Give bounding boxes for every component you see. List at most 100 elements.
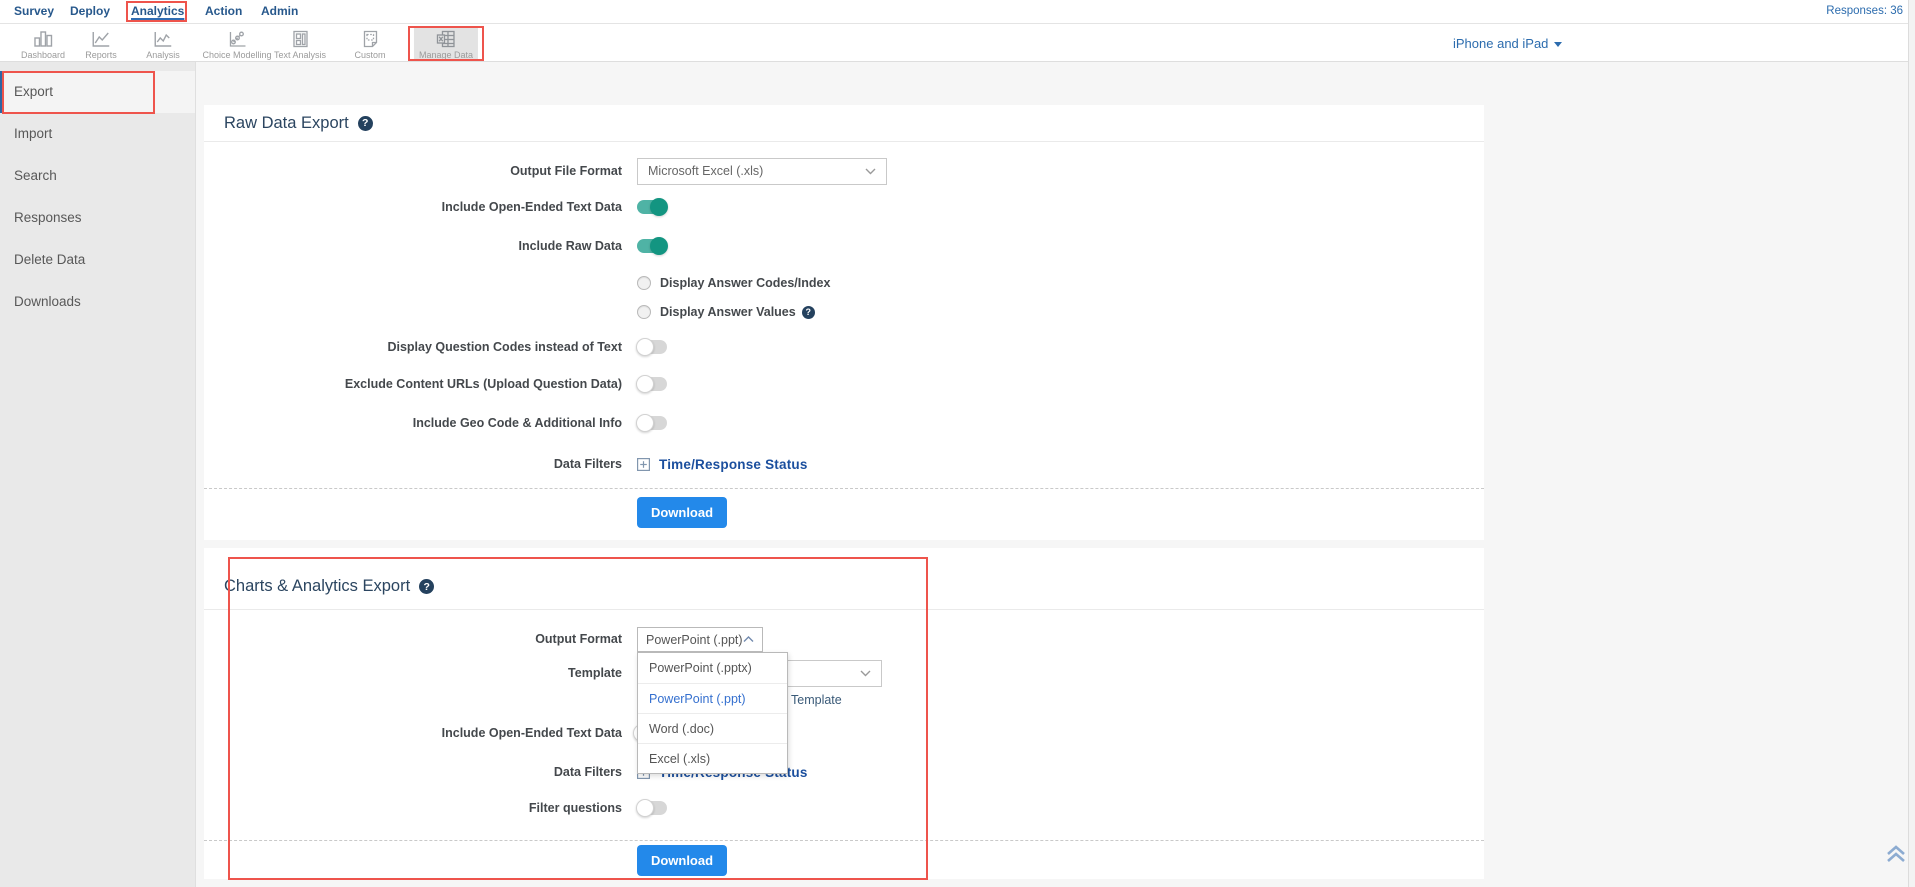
- nav-item-analytics[interactable]: Analytics: [131, 0, 184, 24]
- include-open-ended-label: Include Open-Ended Text Data: [204, 200, 622, 214]
- output-format-dropdown: PowerPoint (.pptx) PowerPoint (.ppt) Wor…: [637, 652, 788, 774]
- top-nav: Survey Deploy Analytics Action Admin Res…: [0, 0, 1915, 24]
- analytics-toolbar: Dashboard Reports Analysis Choice Modell…: [0, 24, 1915, 62]
- caret-down-icon: [1554, 42, 1562, 47]
- dropdown-option-pptx[interactable]: PowerPoint (.pptx): [638, 653, 787, 683]
- chevron-down-icon: [865, 168, 876, 175]
- exclude-content-urls-toggle[interactable]: [637, 377, 667, 391]
- output-format-label: Output Format: [204, 632, 622, 646]
- output-format-row: Output Format: [204, 625, 1484, 653]
- plus-square-icon: [637, 458, 650, 471]
- nav-item-action[interactable]: Action: [205, 0, 242, 24]
- page-icon: [359, 29, 381, 49]
- dropdown-option-doc[interactable]: Word (.doc): [638, 713, 787, 743]
- toggle-knob: [650, 198, 668, 216]
- toolbar-item-choice-modelling[interactable]: Choice Modelling: [197, 26, 276, 60]
- double-chevron-up-icon: [1884, 843, 1908, 865]
- device-selector-label: iPhone and iPad: [1453, 36, 1548, 51]
- sidebar-item-delete-data[interactable]: Delete Data: [0, 239, 195, 281]
- question-codes-toggle[interactable]: [637, 340, 667, 354]
- raw-data-export-card: Raw Data Export Output File Format Micro…: [204, 105, 1484, 540]
- scroll-to-top-button[interactable]: [1884, 843, 1908, 870]
- section-title: Charts & Analytics Export: [224, 577, 410, 596]
- charts-analytics-export-header: Charts & Analytics Export: [204, 548, 1484, 610]
- geo-code-toggle[interactable]: [637, 416, 667, 430]
- download-button[interactable]: Download: [637, 497, 727, 528]
- app-window: Survey Deploy Analytics Action Admin Res…: [0, 0, 1915, 887]
- answer-codes-radio[interactable]: [637, 276, 651, 290]
- answer-values-radio-row: Display Answer Values: [204, 298, 1484, 326]
- question-codes-label: Display Question Codes instead of Text: [204, 340, 622, 354]
- include-raw-data-label: Include Raw Data: [204, 239, 622, 253]
- filter-questions-row: Filter questions: [204, 794, 1484, 822]
- include-open-ended-toggle[interactable]: [637, 200, 667, 214]
- chevron-up-icon: [743, 636, 754, 643]
- output-file-format-value: Microsoft Excel (.xls): [648, 164, 763, 178]
- help-icon[interactable]: [419, 579, 434, 594]
- section-divider: [204, 488, 1484, 489]
- answer-codes-radio-row: Display Answer Codes/Index: [204, 269, 1484, 297]
- template-label: Template: [204, 666, 622, 680]
- exclude-content-urls-row: Exclude Content URLs (Upload Question Da…: [204, 370, 1484, 398]
- toolbar-item-label: Custom: [354, 50, 385, 60]
- dropdown-option-ppt[interactable]: PowerPoint (.ppt): [638, 683, 787, 713]
- toolbar-item-label: Reports: [85, 50, 117, 60]
- exclude-content-urls-label: Exclude Content URLs (Upload Question Da…: [204, 377, 622, 391]
- charts-analytics-export-card: Charts & Analytics Export Output Format …: [204, 548, 1484, 879]
- raw-data-export-header: Raw Data Export: [204, 105, 1484, 142]
- sidebar-item-responses[interactable]: Responses: [0, 197, 195, 239]
- scrollbar[interactable]: [1908, 0, 1915, 887]
- filter-questions-toggle[interactable]: [637, 801, 667, 815]
- toggle-knob: [650, 237, 668, 255]
- toolbar-item-analysis[interactable]: Analysis: [141, 26, 185, 60]
- question-codes-row: Display Question Codes instead of Text: [204, 333, 1484, 361]
- sidebar: Export Import Search Responses Delete Da…: [0, 62, 196, 887]
- responses-count: Responses: 36: [1826, 0, 1903, 24]
- template-link[interactable]: Template: [791, 693, 842, 707]
- include-open-ended-row: Include Open-Ended Text Data: [204, 193, 1484, 221]
- include-open-ended-row: Include Open-Ended Text Data: [204, 719, 1484, 747]
- sidebar-item-export[interactable]: Export: [0, 71, 195, 113]
- help-icon[interactable]: [358, 116, 373, 131]
- toolbar-item-manage-data[interactable]: Manage Data: [414, 28, 478, 60]
- output-format-select[interactable]: PowerPoint (.ppt): [637, 627, 763, 652]
- line-chart-icon: [90, 29, 112, 49]
- toolbar-item-label: Dashboard: [21, 50, 65, 60]
- toolbar-item-text-analysis[interactable]: Text Analysis: [269, 26, 331, 60]
- data-filters-label: Data Filters: [204, 457, 622, 471]
- download-button[interactable]: Download: [637, 845, 727, 876]
- data-filters-row: Data Filters Time/Response Status: [204, 758, 1484, 786]
- data-filters-row: Data Filters Time/Response Status: [204, 450, 1484, 478]
- output-format-value: PowerPoint (.ppt): [646, 633, 743, 647]
- chevron-down-icon: [860, 670, 871, 677]
- nav-item-admin[interactable]: Admin: [261, 0, 298, 24]
- toolbar-item-label: Analysis: [146, 50, 180, 60]
- output-file-format-select[interactable]: Microsoft Excel (.xls): [637, 158, 887, 185]
- time-response-status-link[interactable]: Time/Response Status: [637, 457, 808, 472]
- nav-item-deploy[interactable]: Deploy: [70, 0, 110, 24]
- answer-codes-radio-label: Display Answer Codes/Index: [660, 276, 830, 290]
- toggle-knob: [636, 799, 654, 817]
- toolbar-item-custom[interactable]: Custom: [349, 26, 390, 60]
- toolbar-item-dashboard[interactable]: Dashboard: [16, 26, 70, 60]
- nav-item-survey[interactable]: Survey: [14, 0, 54, 24]
- toolbar-item-label: Manage Data: [419, 50, 473, 60]
- toolbar-item-reports[interactable]: Reports: [80, 26, 122, 60]
- toggle-knob: [636, 338, 654, 356]
- toolbar-item-label: Choice Modelling: [202, 50, 271, 60]
- include-raw-data-toggle[interactable]: [637, 239, 667, 253]
- main-content: Raw Data Export Output File Format Micro…: [196, 62, 1915, 887]
- include-raw-data-row: Include Raw Data: [204, 232, 1484, 260]
- sidebar-item-import[interactable]: Import: [0, 113, 195, 155]
- geo-code-label: Include Geo Code & Additional Info: [204, 416, 622, 430]
- sidebar-item-search[interactable]: Search: [0, 155, 195, 197]
- sidebar-item-downloads[interactable]: Downloads: [0, 281, 195, 323]
- answer-values-radio[interactable]: [637, 305, 651, 319]
- help-icon[interactable]: [802, 306, 815, 319]
- section-divider: [204, 840, 1484, 841]
- excel-icon: [435, 29, 457, 49]
- device-selector[interactable]: iPhone and iPad: [1453, 24, 1562, 62]
- bar-chart-icon: [32, 29, 54, 49]
- dropdown-option-xls[interactable]: Excel (.xls): [638, 743, 787, 773]
- document-grid-icon: [289, 29, 311, 49]
